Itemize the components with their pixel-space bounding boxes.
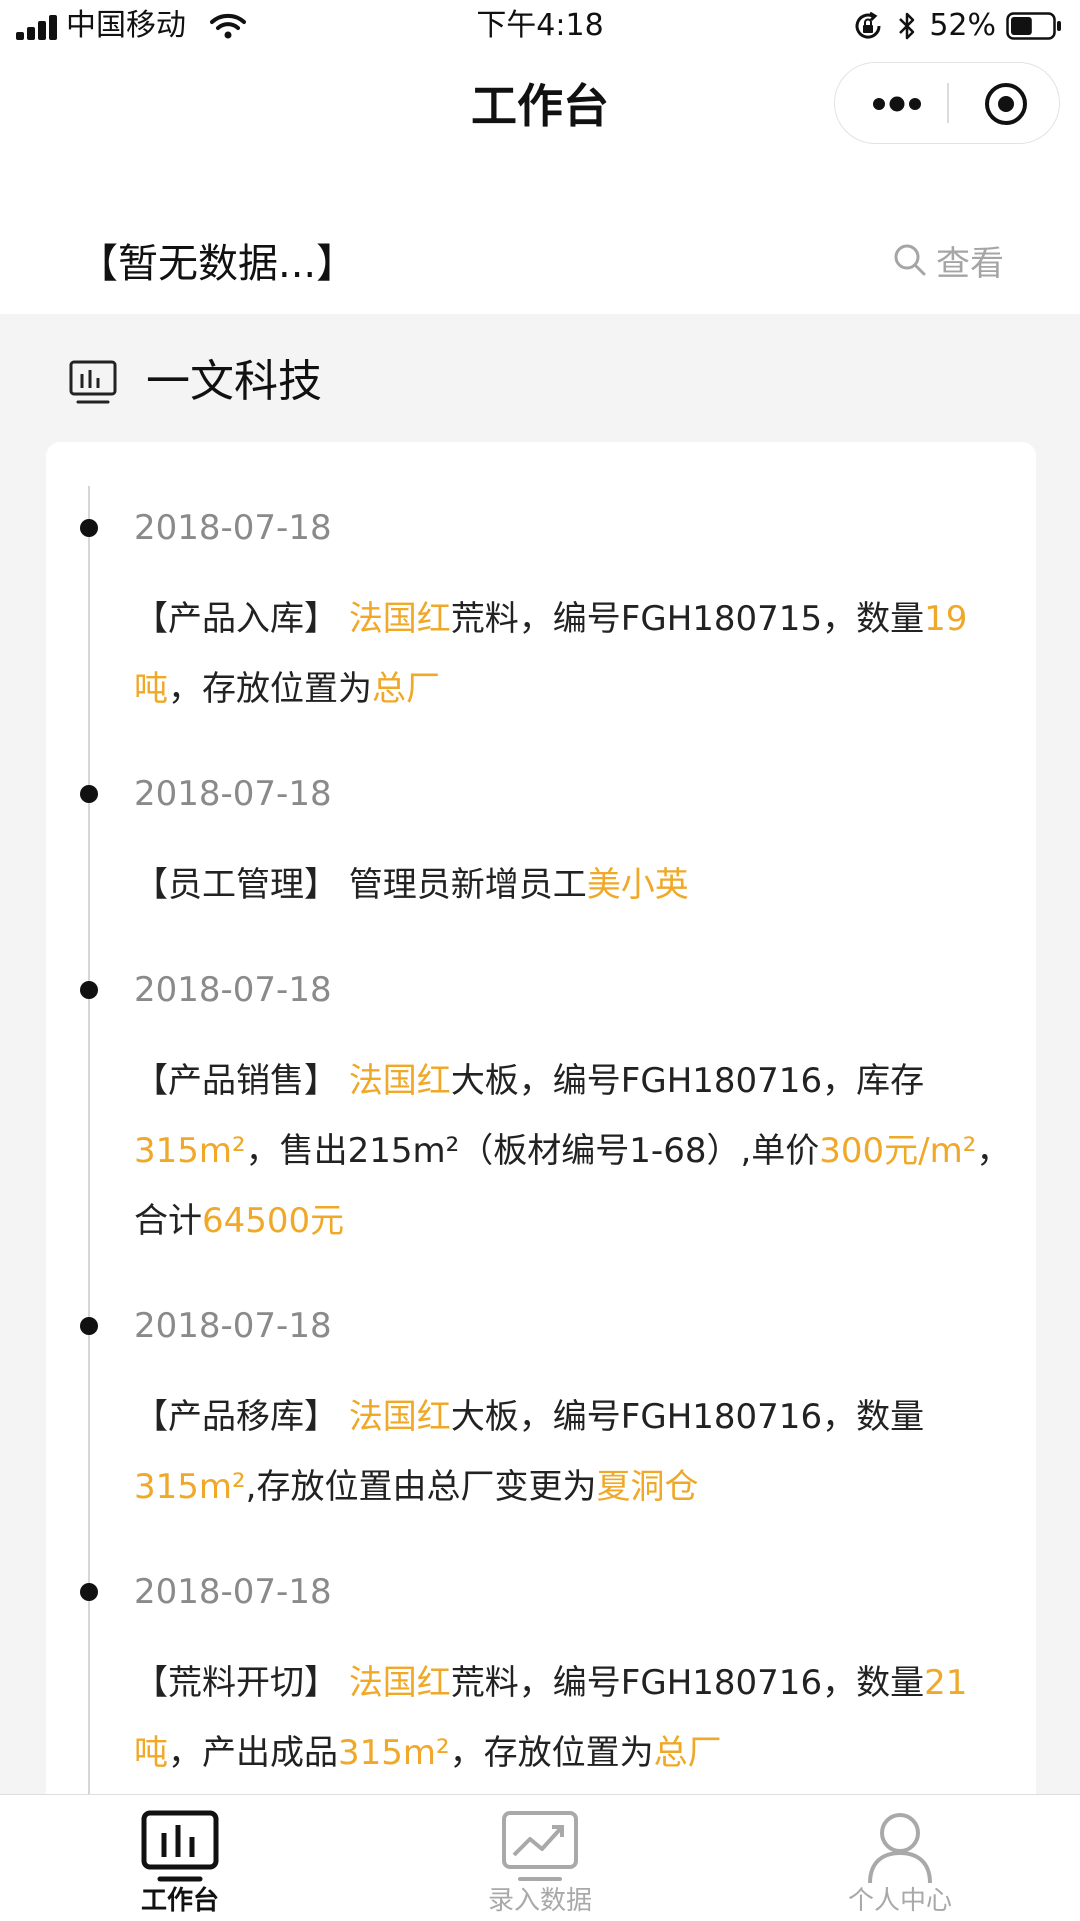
highlight-text: 315m² [338,1733,450,1773]
tab-label: 录入数据 [487,1886,592,1916]
tab-data-entry[interactable]: 录入数据 [360,1795,720,1921]
dashboard-icon [69,360,117,404]
rotation-lock-icon [855,11,881,39]
highlight-text: 315m² [134,1131,246,1171]
tab-profile[interactable]: 个人中心 [720,1795,1080,1921]
highlight-text: 法国红 [348,1061,451,1101]
entry-text: 【产品移库】 [134,1397,349,1437]
status-bar: 中国移动 下午4:18 52% [0,0,1080,52]
close-mini-program-icon[interactable] [983,81,1029,127]
entry-text: ,存放位置由总厂变更为 [245,1467,597,1507]
tab-bar: 工作台 录入数据 个人中心 [0,1794,1080,1921]
entry-date: 2018-07-18 [134,1306,332,1346]
entry-date: 2018-07-18 [134,970,332,1010]
mini-program-capsule [834,62,1060,144]
entry-text: 荒料，编号FGH180716，数量 [450,1663,925,1703]
highlight-text: 法国红 [348,1663,451,1703]
no-data-text: 【暂无数据...】 [78,241,357,287]
entry-text: 荒料，编号FGH180715，数量 [450,599,925,639]
bluetooth-icon [899,12,915,40]
highlight-text: 总厂 [653,1733,722,1773]
workbench-icon [141,1810,219,1882]
entry-date: 2018-07-18 [134,774,332,814]
timeline-dot [80,1317,98,1335]
entry-content: 【荒料开切】 法国红荒料，编号FGH180716，数量21吨，产出成品315m²… [134,1648,1014,1788]
nav-bar: 工作台 [0,52,1080,162]
timeline-dot [80,519,98,537]
entry-text: 【产品入库】 [134,599,349,639]
timeline-dot [80,981,98,999]
more-icon[interactable] [869,89,925,119]
data-entry-icon [502,1811,578,1881]
highlight-text: 总厂 [372,669,440,709]
search-row: 【暂无数据...】 查看 [0,162,1080,314]
entry-text: 【荒料开切】 [134,1663,349,1703]
highlight-text: 315m² [134,1467,246,1507]
entry-content: 【员工管理】 管理员新增员工美小英 [134,850,1014,920]
highlight-text: 法国红 [348,1397,451,1437]
tab-workbench[interactable]: 工作台 [0,1795,360,1921]
highlight-text: 64500元 [202,1201,345,1241]
entry-text: ，存放位置为 [168,669,372,709]
entry-content: 【产品入库】 法国红荒料，编号FGH180715，数量19吨，存放位置为总厂 [134,584,1014,724]
entry-text: ，售出215m²（板材编号1-68）,单价 [245,1131,820,1171]
entry-date: 2018-07-18 [134,508,332,548]
timeline-line [88,486,90,1906]
entry-text: 大板，编号FGH180716，数量 [450,1397,925,1437]
highlight-text: 300元/m² [819,1131,977,1171]
battery-percentage: 52% [929,8,996,43]
battery-icon [1006,12,1061,40]
user-icon [868,1813,932,1884]
entry-content: 【产品移库】 法国红大板，编号FGH180716，数量 315m²,存放位置由总厂… [134,1382,1014,1522]
entry-text: 【产品销售】 [134,1061,349,1101]
entry-content: 【产品销售】 法国红大板，编号FGH180716，库存 315m²，售出215m²… [134,1046,1014,1256]
entry-date: 2018-07-18 [134,1572,332,1612]
highlight-text: 夏洞仓 [596,1467,699,1507]
timeline-dot [80,785,98,803]
highlight-text: 美小英 [586,865,689,905]
search-icon [894,244,926,276]
entry-text: 【员工管理】 管理员新增员工 [134,865,587,905]
tab-label: 个人中心 [847,1886,952,1916]
view-label: 查看 [936,243,1004,284]
entry-text: 大板，编号FGH180716，库存 [450,1061,925,1101]
section-header: 一文科技 [0,314,1080,440]
timeline-card: 2018-07-18 【产品入库】 法国红荒料，编号FGH180715，数量19… [46,442,1036,1906]
entry-text: ，存放位置为 [449,1733,654,1773]
capsule-divider [947,83,949,123]
view-button[interactable]: 查看 [892,234,1004,286]
tab-label: 工作台 [140,1886,219,1916]
highlight-text: 法国红 [348,599,451,639]
company-name: 一文科技 [146,356,322,407]
entry-text: ，产出成品 [168,1733,338,1773]
timeline-dot [80,1583,98,1601]
